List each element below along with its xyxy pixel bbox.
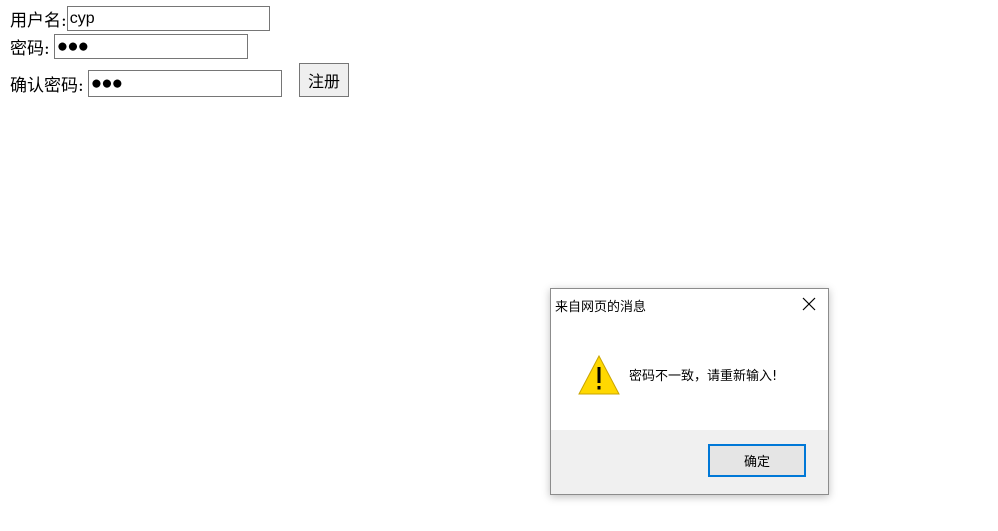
password-value: ●●● <box>56 36 89 57</box>
close-icon[interactable] <box>800 295 818 313</box>
dialog-footer: 确定 <box>551 430 828 494</box>
confirm-password-value: ●●● <box>90 73 123 94</box>
password-row: 密码: ●●● <box>10 34 248 59</box>
password-label: 密码: <box>10 39 50 59</box>
confirm-password-input[interactable]: ●●● <box>87 70 282 97</box>
ok-button[interactable]: 确定 <box>708 444 806 477</box>
password-input[interactable]: ●●● <box>53 34 248 59</box>
confirm-password-row: 确认密码: ●●● <box>10 70 282 97</box>
username-row: 用户名: cyp <box>10 6 270 31</box>
alert-dialog: 来自网页的消息 密码不一致，请重新输入! 确定 <box>550 288 829 495</box>
warning-icon <box>578 354 620 396</box>
dialog-message: 密码不一致，请重新输入! <box>629 369 778 384</box>
username-value: cyp <box>69 9 95 27</box>
dialog-body: 密码不一致，请重新输入! <box>551 327 828 430</box>
confirm-password-label: 确认密码: <box>10 76 84 96</box>
username-input[interactable]: cyp <box>66 6 270 31</box>
username-label: 用户名: <box>10 11 67 31</box>
dialog-title: 来自网页的消息 <box>555 300 647 315</box>
register-button[interactable]: 注册 <box>299 63 349 97</box>
